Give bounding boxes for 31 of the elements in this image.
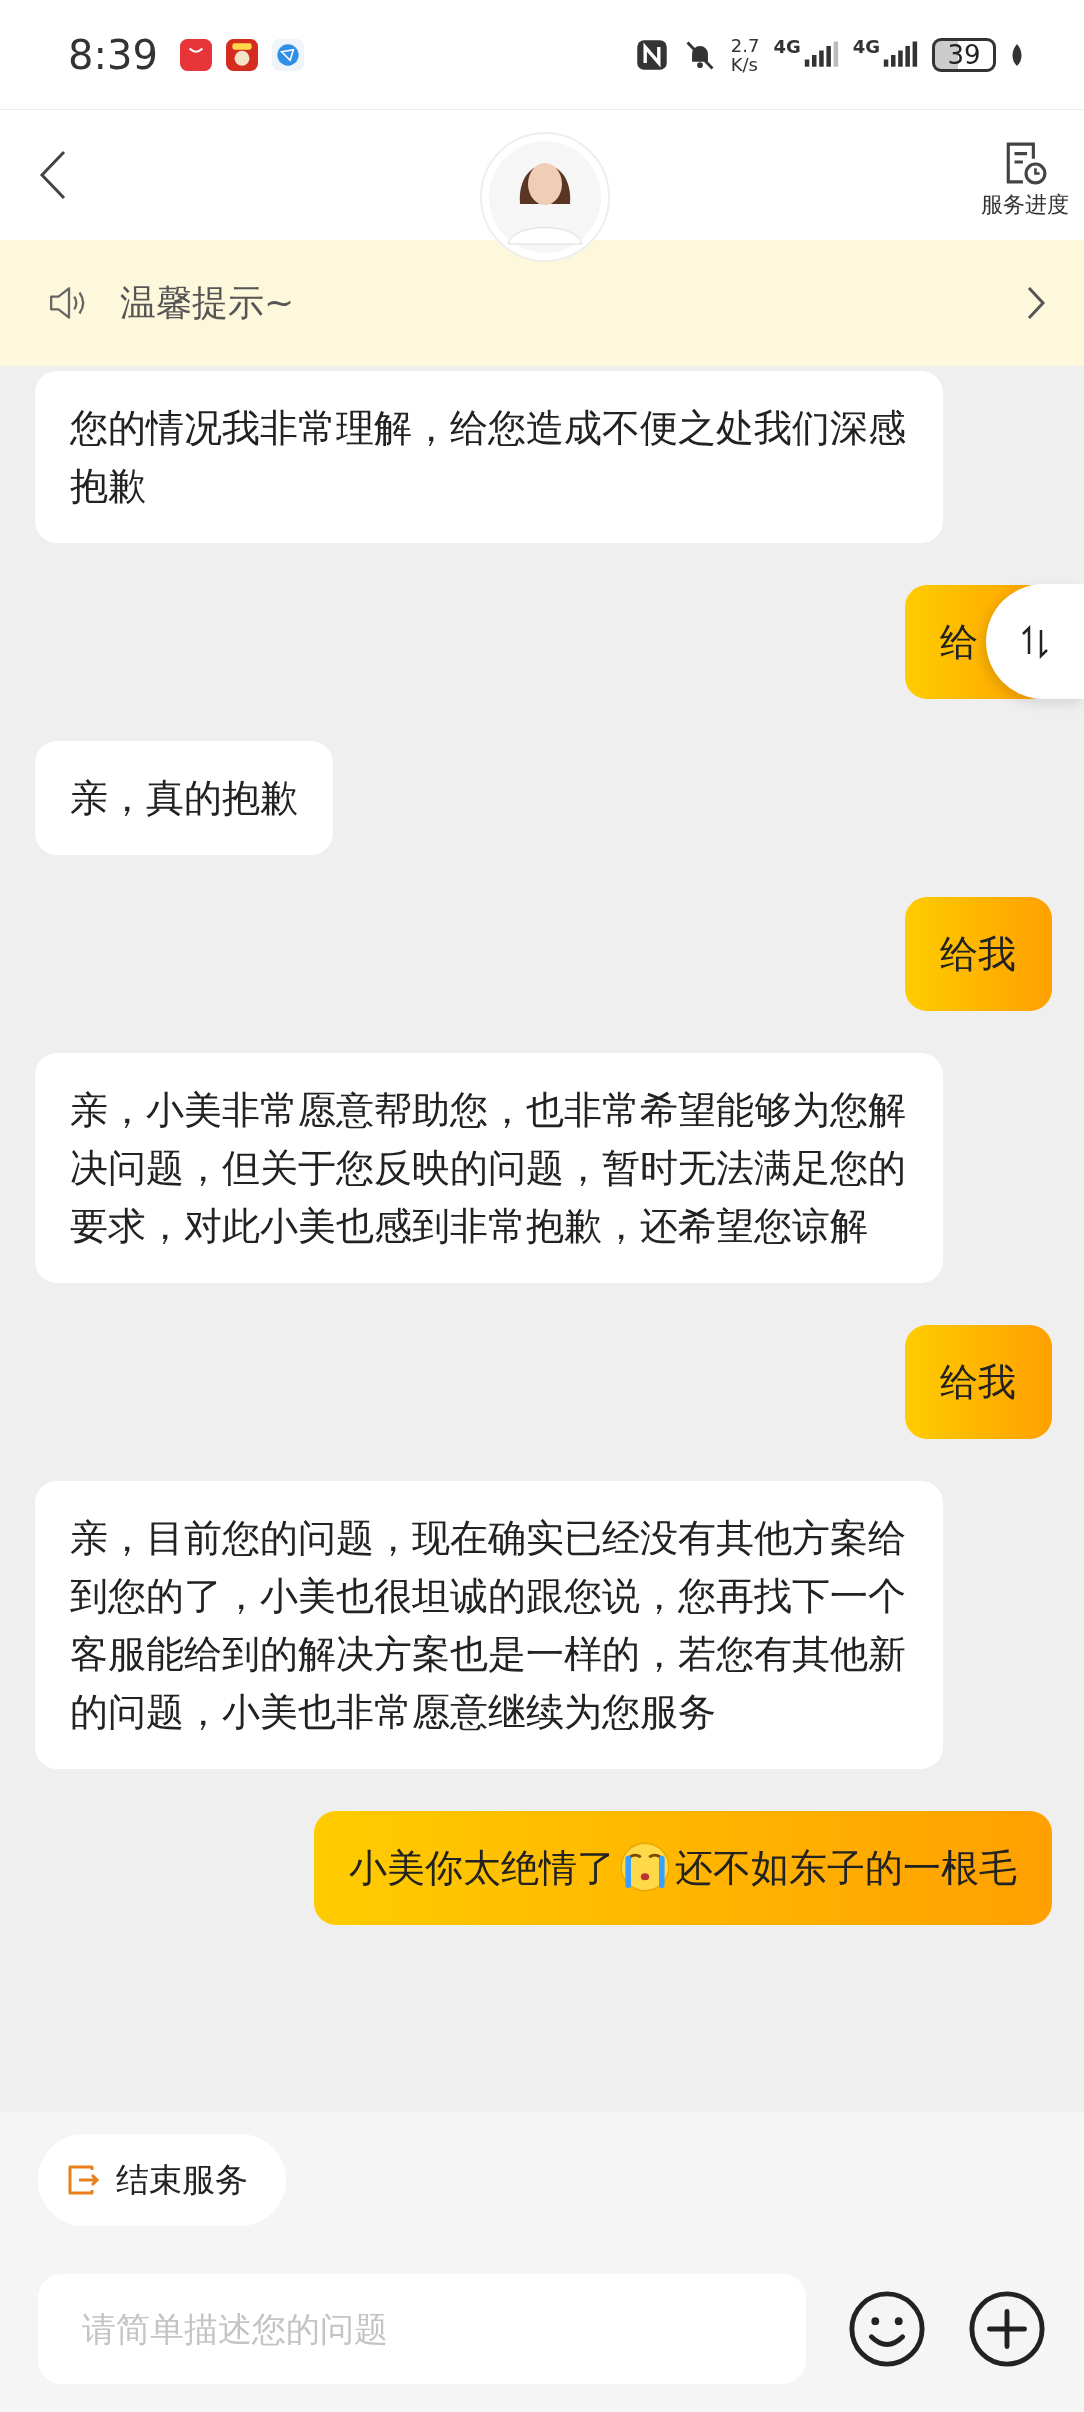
message-text: 给我	[940, 1360, 1016, 1404]
signal-icon	[882, 40, 918, 69]
browser-icon	[271, 38, 304, 71]
back-button[interactable]	[38, 150, 68, 200]
speed-unit: K/s	[730, 54, 759, 74]
message-text: 小美你太绝情了	[349, 1846, 615, 1890]
chevron-right-icon	[1026, 285, 1046, 321]
network-type: 4G	[852, 36, 880, 57]
notice-text: 温馨提示~	[120, 280, 296, 325]
back-icon	[38, 150, 68, 200]
message-text: 还不如东子的一根毛	[675, 1846, 1017, 1890]
network-type: 4G	[773, 36, 801, 57]
battery-indicator: 39	[932, 37, 996, 72]
service-progress-button[interactable]: 服务进度	[981, 140, 1069, 220]
message-input[interactable]: 请简单描述您的问题	[38, 2274, 806, 2384]
end-service-button[interactable]: 结束服务	[38, 2134, 286, 2226]
notice-bar[interactable]: 温馨提示~	[0, 240, 1084, 366]
leaf-icon	[1010, 42, 1024, 67]
status-time: 8:39	[68, 31, 158, 78]
add-icon[interactable]	[968, 2290, 1046, 2368]
message-text: 亲，小美非常愿意帮助您，也非常希望能够为您解决问题，但关于您反映的问题，暂时无法满足您的要求，对此小美也感到非常抱歉，还希望您谅解	[70, 1088, 906, 1248]
nfc-icon	[634, 37, 669, 72]
message-text: 给	[940, 620, 978, 664]
message-text: 亲，真的抱歉	[70, 776, 298, 820]
message-text: 给我	[940, 932, 1016, 976]
message-text: 您的情况我非常理解，给您造成不便之处我们深感抱歉	[70, 406, 906, 508]
emoji-icon[interactable]	[848, 2290, 926, 2368]
message-text: 亲，目前您的问题，现在确实已经没有其他方案给到您的了，小美也很坦诚的跟您说，您再找下一个客服能给到的解决方案也是一样的，若您有其他新的问题，小美也非常愿意继续为您服务	[70, 1516, 906, 1734]
speed-value: 2.7	[730, 35, 760, 55]
app-store-icon	[179, 38, 212, 71]
signal-icon	[802, 40, 839, 69]
